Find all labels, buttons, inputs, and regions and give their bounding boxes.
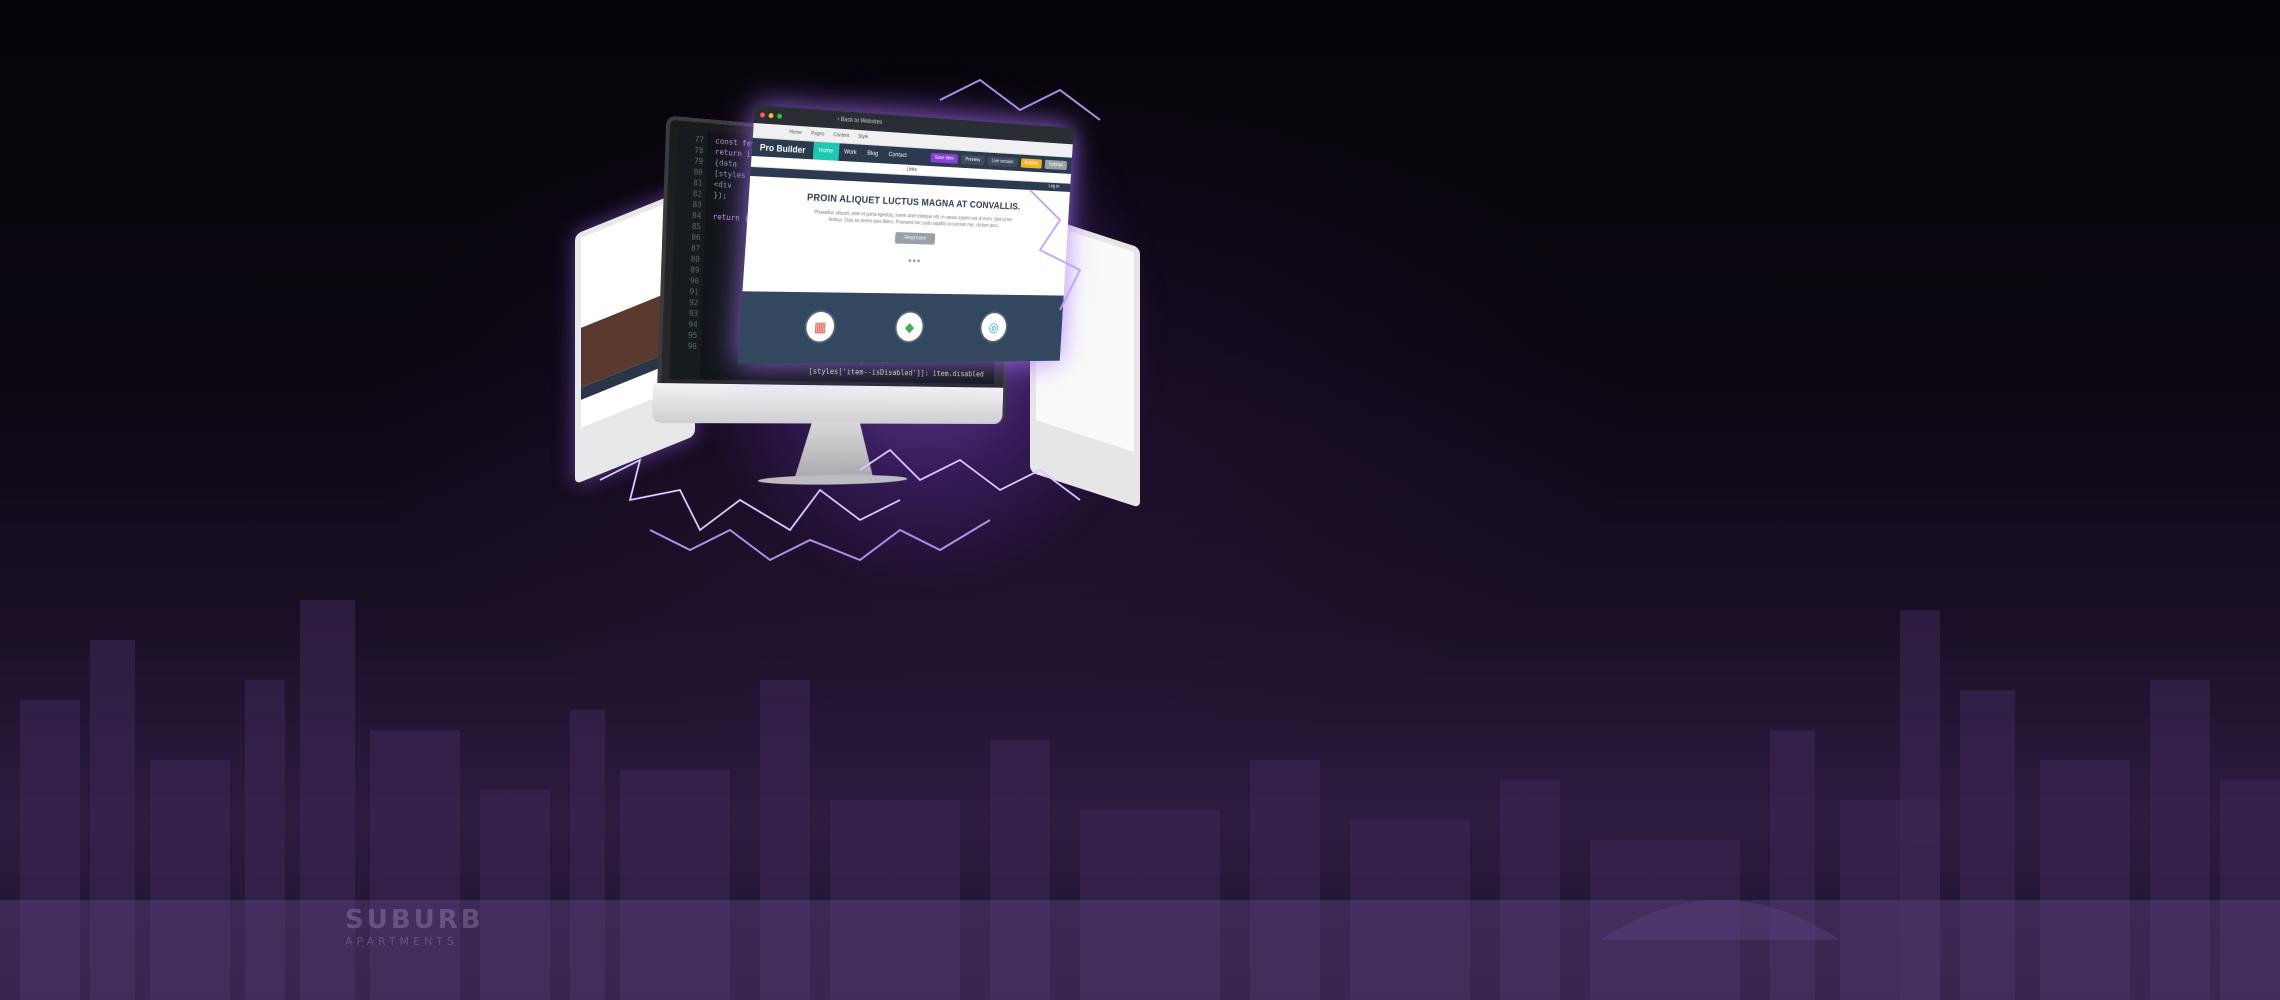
city-sign: SUBURB APARTMENTS (345, 905, 484, 948)
city-sign-subtitle: APARTMENTS (345, 935, 484, 948)
device-composition: 77 78 79 80 81 82 83 84 85 86 87 88 89 90 91 92 93 94 95 96… (560, 60, 1180, 620)
city-sign-title: SUBURB (345, 905, 484, 935)
lightning-effect (560, 60, 1180, 620)
